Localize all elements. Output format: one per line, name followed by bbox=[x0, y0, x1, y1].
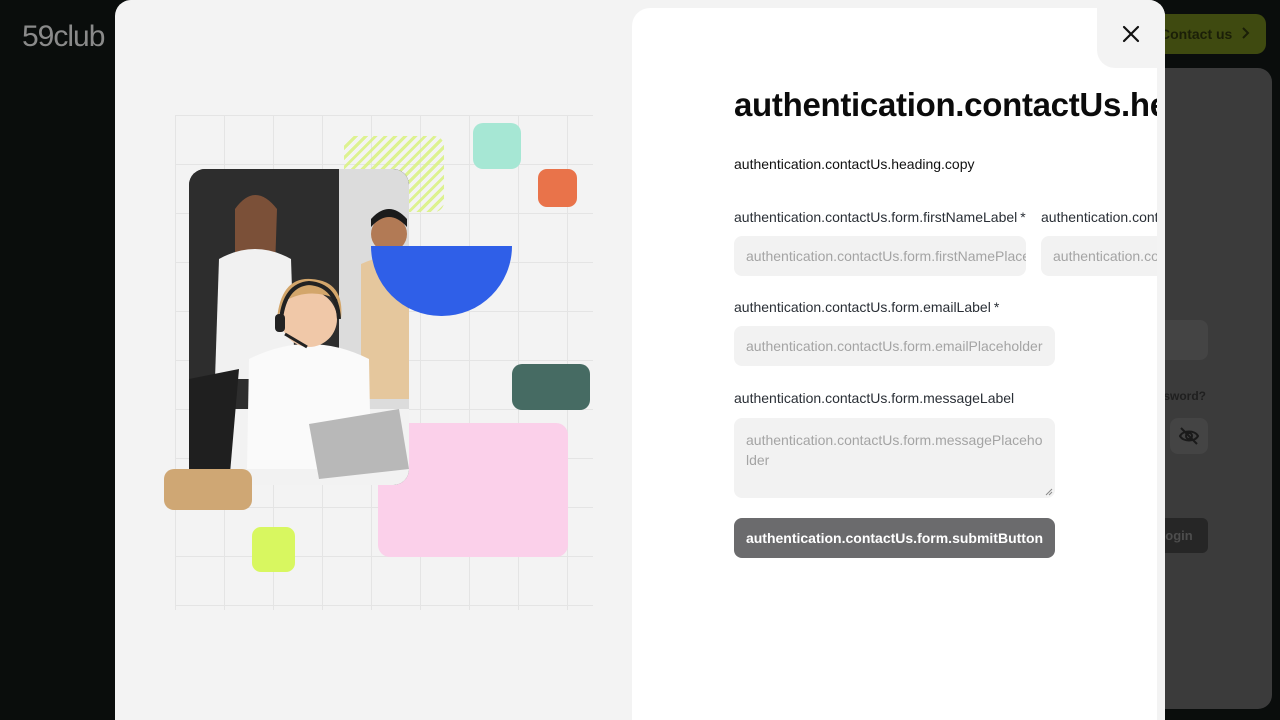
illustration-panel bbox=[115, 0, 632, 720]
required-marker: * bbox=[1020, 209, 1026, 225]
required-marker: * bbox=[993, 299, 1000, 315]
lime-square-decoration bbox=[252, 527, 295, 572]
submit-button[interactable]: authentication.contactUs.form.submitButt… bbox=[734, 518, 1055, 558]
last-name-input[interactable]: authentication.contactUs.form.lastNamePl… bbox=[1041, 236, 1157, 276]
modal-heading: authentication.contactUs.heading bbox=[734, 86, 1157, 123]
mint-square-decoration bbox=[473, 123, 521, 169]
email-input[interactable]: authentication.contactUs.form.emailPlace… bbox=[734, 326, 1055, 366]
message-textarea[interactable]: authentication.contactUs.form.messagePla… bbox=[734, 418, 1055, 498]
first-name-label: authentication.contactUs.form.firstNameL… bbox=[734, 209, 1026, 225]
message-label: authentication.contactUs.form.messageLab… bbox=[734, 390, 1015, 406]
close-icon bbox=[1122, 25, 1140, 43]
login-card: assword? ogin bbox=[1150, 68, 1272, 709]
support-agent-photo bbox=[189, 169, 409, 485]
close-button[interactable] bbox=[1097, 0, 1165, 68]
brand-logo: 59club bbox=[22, 20, 105, 53]
contact-us-button[interactable]: Contact us bbox=[1150, 14, 1266, 54]
last-name-label: authentication.contactUs.form.lastNameLa… bbox=[1041, 209, 1157, 225]
contact-us-modal: authentication.contactUs.heading authent… bbox=[115, 0, 1165, 720]
hide-password-icon[interactable] bbox=[1170, 418, 1208, 454]
orange-square-decoration bbox=[538, 169, 577, 207]
email-label: authentication.contactUs.form.emailLabel… bbox=[734, 299, 1000, 315]
first-name-input[interactable]: authentication.contactUs.form.firstNameP… bbox=[734, 236, 1026, 276]
tan-rectangle-decoration bbox=[164, 469, 252, 510]
teal-rectangle-decoration bbox=[512, 364, 590, 410]
modal-copy: authentication.contactUs.heading.copy bbox=[734, 156, 975, 172]
contact-form-panel: authentication.contactUs.heading authent… bbox=[632, 8, 1157, 720]
chevron-right-icon bbox=[1240, 26, 1250, 42]
resize-handle-icon[interactable] bbox=[1045, 488, 1053, 496]
